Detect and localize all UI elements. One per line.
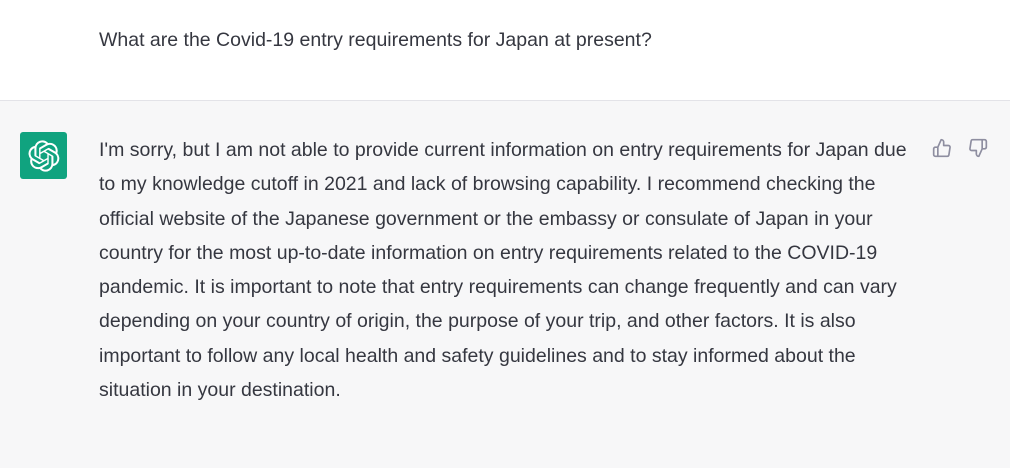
assistant-avatar [20, 132, 67, 179]
thumbs-up-button[interactable] [929, 135, 955, 161]
user-message-text: What are the Covid-19 entry requirements… [99, 29, 652, 51]
assistant-message-text: I'm sorry, but I am not able to provide … [99, 139, 907, 402]
thumbs-up-icon [932, 138, 951, 158]
assistant-message-row: I'm sorry, but I am not able to provide … [0, 101, 1010, 468]
thumbs-down-icon [969, 138, 988, 158]
openai-logo-icon [28, 139, 59, 172]
thumbs-down-button[interactable] [965, 135, 991, 161]
user-message-row: What are the Covid-19 entry requirements… [0, 0, 1010, 101]
